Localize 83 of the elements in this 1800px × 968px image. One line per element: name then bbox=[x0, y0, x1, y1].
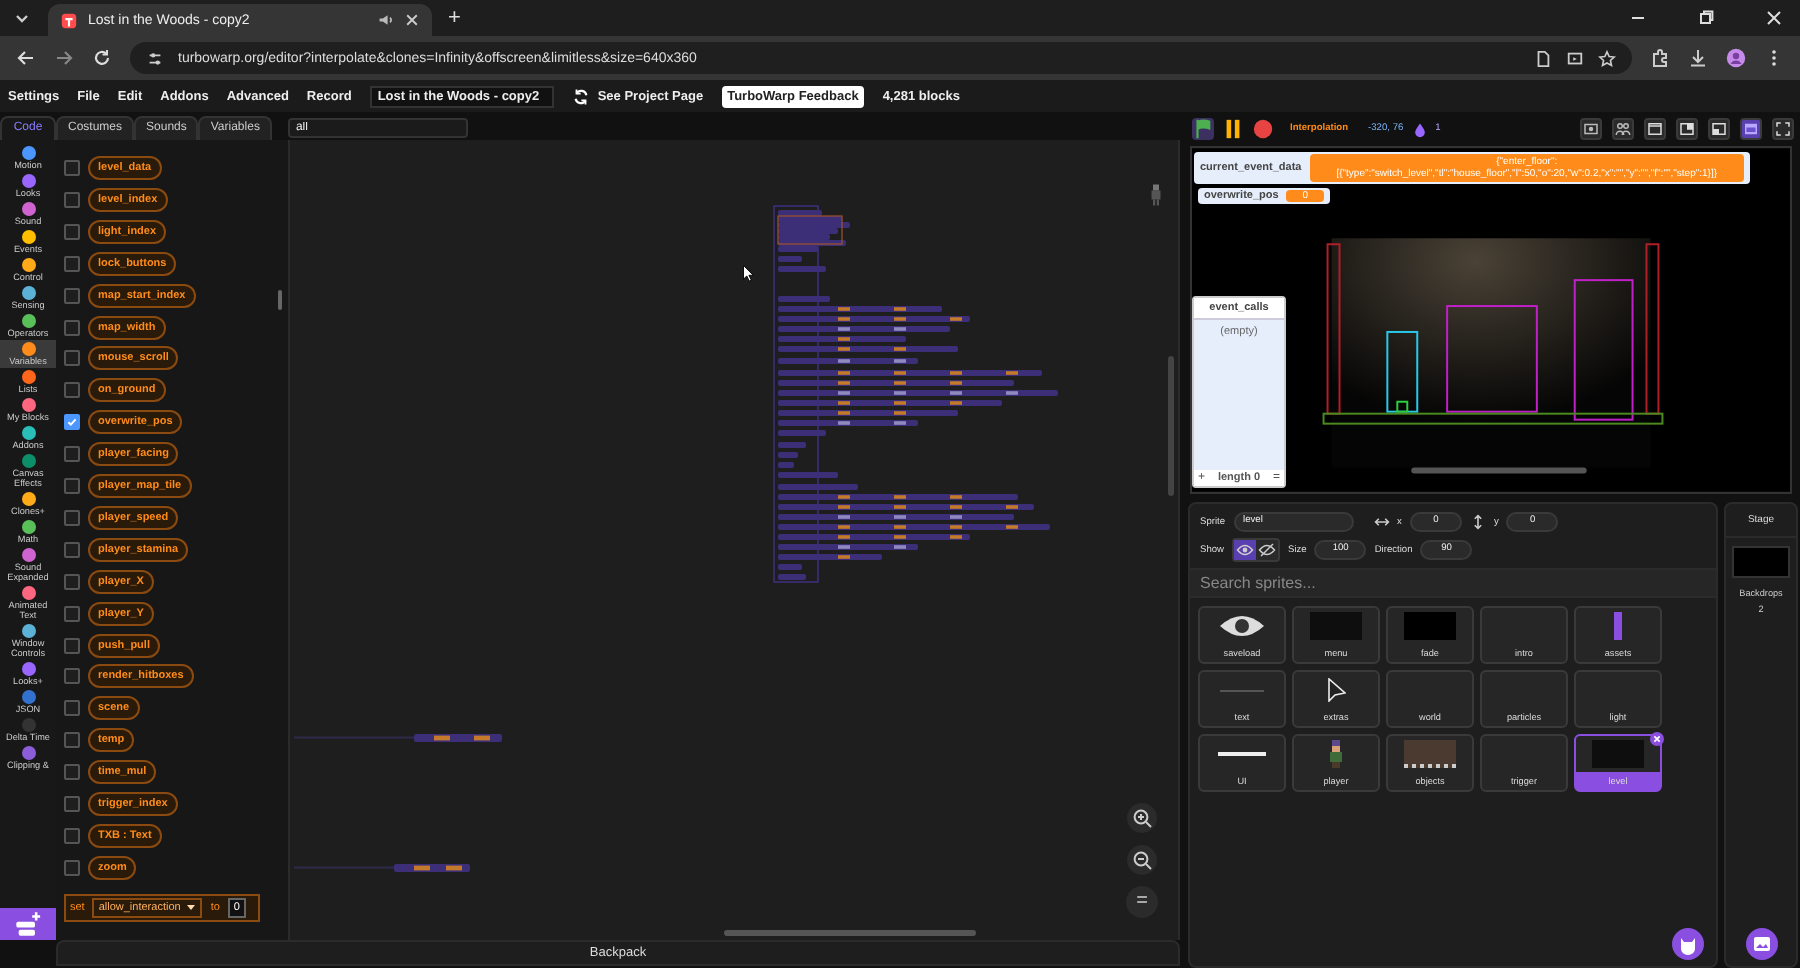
download-icon[interactable] bbox=[1688, 48, 1708, 68]
stop-icon[interactable] bbox=[1252, 118, 1274, 140]
zoom-out-icon[interactable] bbox=[1126, 844, 1158, 876]
variable-checkbox[interactable] bbox=[64, 732, 80, 749]
variable-checkbox[interactable] bbox=[64, 509, 80, 526]
stage-thumbnail[interactable] bbox=[1732, 546, 1790, 578]
restore-icon[interactable] bbox=[1696, 8, 1716, 28]
eye-icon[interactable] bbox=[1234, 540, 1256, 560]
variable-checkbox[interactable] bbox=[64, 859, 80, 876]
small-stage-icon[interactable] bbox=[1644, 118, 1666, 140]
droplet-icon bbox=[1411, 121, 1428, 137]
variable-checkbox[interactable] bbox=[64, 700, 80, 717]
scrollbar-thumb[interactable] bbox=[278, 290, 282, 310]
add-extension-button[interactable] bbox=[0, 908, 56, 940]
variable-checkbox[interactable] bbox=[64, 637, 80, 653]
turbowarp-logo-icon bbox=[60, 11, 78, 29]
variable-checkbox[interactable] bbox=[64, 192, 80, 209]
site-settings-icon[interactable] bbox=[146, 49, 164, 67]
sprite-thumbnail bbox=[1310, 612, 1362, 640]
add-sprite-button[interactable] bbox=[1672, 928, 1704, 960]
variable-checkbox[interactable] bbox=[64, 446, 80, 463]
refresh-arrows-icon bbox=[571, 87, 590, 105]
variable-checkbox[interactable] bbox=[64, 605, 80, 622]
variable-checkbox[interactable] bbox=[64, 668, 80, 685]
variable-checkbox[interactable] bbox=[64, 795, 80, 812]
vertical-arrows-icon bbox=[1469, 514, 1486, 530]
speaker-icon[interactable] bbox=[378, 12, 394, 28]
sprite-thumbnail bbox=[1404, 740, 1456, 768]
zoom-reset-button[interactable]: = bbox=[1126, 886, 1158, 918]
sprite-thumbnail bbox=[1404, 612, 1456, 640]
reload-icon[interactable] bbox=[92, 48, 112, 68]
variable-checkbox[interactable] bbox=[64, 287, 80, 304]
profile-avatar-icon[interactable] bbox=[1726, 48, 1746, 68]
document-icon[interactable] bbox=[1534, 49, 1552, 67]
extension-blocks-icon bbox=[14, 910, 42, 938]
bar-icon bbox=[1614, 612, 1622, 640]
arrow-pointer-icon bbox=[1327, 678, 1345, 702]
scrollbar-thumb[interactable] bbox=[1168, 356, 1174, 496]
variable-checkbox[interactable] bbox=[64, 255, 80, 272]
line-icon bbox=[1220, 689, 1264, 691]
mouse-pointer-icon bbox=[742, 264, 754, 282]
scrollbar-thumb[interactable] bbox=[724, 930, 976, 936]
variable-checkbox[interactable] bbox=[64, 350, 80, 367]
variable-checkbox[interactable] bbox=[64, 319, 80, 336]
people-icon[interactable] bbox=[1612, 118, 1634, 140]
forward-arrow-icon[interactable] bbox=[54, 48, 74, 68]
close-icon[interactable] bbox=[404, 12, 420, 28]
screenshot-icon[interactable] bbox=[1580, 118, 1602, 140]
eye-icon bbox=[1220, 616, 1264, 636]
variable-checkbox[interactable] bbox=[64, 541, 80, 558]
crossed-eye-icon[interactable] bbox=[1256, 540, 1278, 560]
variable-checkbox[interactable] bbox=[64, 414, 80, 431]
pause-icon[interactable] bbox=[1222, 118, 1244, 140]
stage-layout-icon[interactable] bbox=[1708, 118, 1730, 140]
flag-icon[interactable] bbox=[1192, 118, 1214, 140]
character-icon bbox=[1330, 740, 1342, 768]
variable-checkbox[interactable] bbox=[64, 223, 80, 240]
delete-icon[interactable] bbox=[1650, 732, 1664, 746]
large-stage-icon[interactable] bbox=[1740, 118, 1762, 140]
sidebar-layout-icon[interactable] bbox=[1676, 118, 1698, 140]
variable-checkbox[interactable] bbox=[64, 764, 80, 781]
variable-checkbox[interactable] bbox=[64, 382, 80, 399]
variable-checkbox[interactable] bbox=[64, 478, 80, 495]
add-backdrop-button[interactable] bbox=[1746, 928, 1778, 960]
variable-checkbox[interactable] bbox=[64, 573, 80, 590]
new-tab-button[interactable]: + bbox=[448, 6, 461, 30]
line-icon bbox=[1218, 752, 1266, 756]
sprite-thumbnail bbox=[1592, 740, 1644, 768]
back-arrow-icon[interactable] bbox=[16, 48, 36, 68]
fullscreen-icon[interactable] bbox=[1772, 118, 1794, 140]
code-blocks-drawing[interactable] bbox=[294, 734, 502, 742]
caret-icon bbox=[186, 902, 197, 913]
zoom-in-icon[interactable] bbox=[1126, 802, 1158, 834]
puzzle-piece-icon[interactable] bbox=[1650, 48, 1670, 68]
close-icon[interactable] bbox=[1764, 8, 1784, 28]
variable-checkbox[interactable] bbox=[64, 160, 80, 177]
cast-icon[interactable] bbox=[1566, 49, 1584, 67]
character-icon bbox=[1150, 184, 1162, 206]
horizontal-arrows-icon bbox=[1373, 514, 1390, 530]
star-icon[interactable] bbox=[1598, 49, 1616, 67]
search-sprites-field[interactable]: Search sprites... bbox=[1190, 568, 1716, 598]
variable-checkbox[interactable] bbox=[64, 827, 80, 844]
code-blocks-drawing[interactable] bbox=[294, 864, 470, 872]
